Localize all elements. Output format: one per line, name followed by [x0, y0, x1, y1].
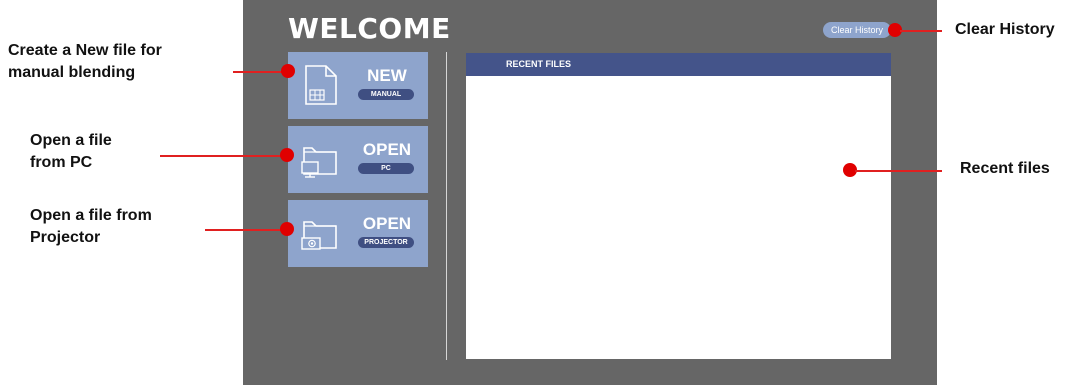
open-projector-icon: [301, 221, 337, 250]
tile-subtitle: PROJECTOR: [358, 237, 414, 248]
callout-open-pc: Open a file from PC: [30, 130, 112, 175]
callout-text: from PC: [30, 154, 93, 172]
callout-line: [900, 30, 942, 32]
open-pc-icon: [301, 147, 337, 178]
tile-title: OPEN: [362, 214, 412, 233]
callout-open-projector: Open a file from Projector: [30, 205, 152, 250]
tile-subtitle: MANUAL: [358, 89, 414, 100]
recent-files-header: RECENT FILES: [466, 53, 891, 76]
callout-text: Create a New file for: [8, 42, 162, 59]
callout-line: [855, 170, 942, 172]
callout-marker: [281, 64, 295, 78]
welcome-panel: WELCOME Clear History NEW MANUAL OPEN PC: [243, 0, 937, 385]
welcome-title: WELCOME: [288, 12, 451, 45]
new-manual-tile[interactable]: NEW MANUAL: [288, 52, 428, 119]
open-pc-tile[interactable]: OPEN PC: [288, 126, 428, 193]
vertical-divider: [446, 52, 447, 360]
new-file-icon: [305, 65, 337, 105]
callout-text: Open a file: [30, 132, 112, 149]
callout-clear-history: Clear History: [955, 21, 1055, 38]
callout-line: [160, 155, 282, 157]
callout-new-file: Create a New file for manual blending: [8, 40, 162, 85]
clear-history-button[interactable]: Clear History: [823, 22, 891, 38]
open-projector-tile[interactable]: OPEN PROJECTOR: [288, 200, 428, 267]
callout-marker: [280, 148, 294, 162]
callout-recent-files: Recent files: [960, 160, 1050, 177]
recent-files-panel[interactable]: RECENT FILES: [466, 53, 891, 359]
callout-line: [205, 229, 282, 231]
callout-text: manual blending: [8, 64, 136, 82]
tile-title: OPEN: [362, 140, 412, 159]
callout-text: Open a file from: [30, 207, 152, 224]
callout-marker: [280, 222, 294, 236]
callout-text: Projector: [30, 229, 101, 247]
callout-line: [233, 71, 283, 73]
tile-title: NEW: [367, 66, 407, 85]
tile-subtitle: PC: [358, 163, 414, 174]
